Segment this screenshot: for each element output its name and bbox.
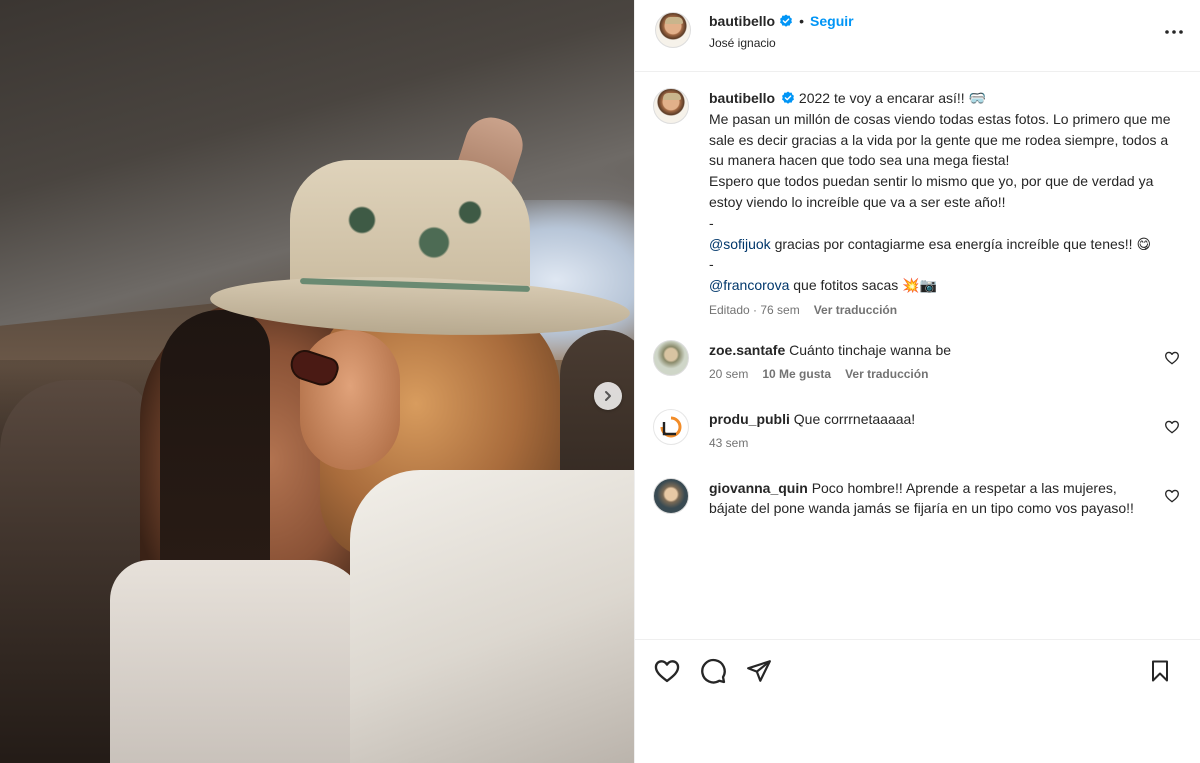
comment-body: giovanna_quin Poco hombre!! Aprende a re… xyxy=(709,478,1182,520)
brand-logo-icon xyxy=(660,416,682,438)
post-side-panel: bautibello • Seguir José ignacio bautibe… xyxy=(634,0,1200,763)
heart-icon xyxy=(654,659,680,682)
caption-body: bautibello 2022 te voy a encarar así!! 🥽… xyxy=(709,88,1182,318)
more-options-icon xyxy=(1165,30,1183,34)
caption-username[interactable]: bautibello xyxy=(709,90,775,106)
comment-likes[interactable]: 10 Me gusta xyxy=(762,364,831,385)
comment-username[interactable]: produ_publi xyxy=(709,411,790,427)
avatar[interactable] xyxy=(653,477,689,514)
heart-icon[interactable] xyxy=(1164,350,1180,366)
post-photo[interactable] xyxy=(0,0,634,763)
comment-icon xyxy=(701,658,726,684)
comment-username[interactable]: zoe.santafe xyxy=(709,342,785,358)
caption-meta: Editado · 76 sem Ver traducción xyxy=(709,302,1182,318)
avatar[interactable] xyxy=(653,408,689,445)
verified-badge-icon xyxy=(782,91,794,104)
mention-link[interactable]: @sofijuok xyxy=(709,236,771,252)
separator-dot: • xyxy=(799,13,805,29)
avatar[interactable] xyxy=(655,12,691,48)
heart-icon[interactable] xyxy=(1164,488,1180,504)
see-translation-link[interactable]: Ver traducción xyxy=(845,364,928,385)
photo-white-shirt xyxy=(350,470,634,763)
caption-paragraph: Me pasan un millón de cosas viendo todas… xyxy=(709,110,1171,169)
instagram-post: bautibello • Seguir José ignacio bautibe… xyxy=(0,0,1200,763)
heart-icon[interactable] xyxy=(1164,419,1180,435)
save-button[interactable] xyxy=(1146,657,1174,685)
post-caption: bautibello 2022 te voy a encarar así!! 🥽… xyxy=(653,88,1182,318)
comment-text: Que corrrnetaaaaa! xyxy=(793,410,916,427)
paper-plane-icon xyxy=(747,659,771,682)
header-text: bautibello • Seguir José ignacio xyxy=(709,12,854,50)
follow-button[interactable]: Seguir xyxy=(810,13,854,29)
caption-dash: - xyxy=(709,256,714,273)
share-button[interactable] xyxy=(745,657,773,685)
more-options-button[interactable] xyxy=(1162,20,1186,44)
caption-first-line: 2022 te voy a encarar así!! 🥽 xyxy=(798,90,986,106)
comment-time: 43 sem xyxy=(709,436,749,451)
comments-list[interactable]: bautibello 2022 te voy a encarar así!! 🥽… xyxy=(635,72,1200,639)
comment-body: produ_publi Que corrrnetaaaaa! 43 sem xyxy=(709,409,1182,452)
post-actions-bar xyxy=(635,639,1200,701)
comment-body: zoe.santafe Cuánto tinchaje wanna be 20 … xyxy=(709,340,1182,383)
see-translation-link[interactable]: Ver traducción xyxy=(814,300,897,321)
caption-text: gracias por contagiarme esa energía incr… xyxy=(770,235,1152,252)
header-row: bautibello • Seguir xyxy=(709,12,854,30)
post-header: bautibello • Seguir José ignacio xyxy=(635,0,1200,72)
post-location[interactable]: José ignacio xyxy=(709,36,854,50)
avatar[interactable] xyxy=(653,88,689,124)
comment-button[interactable] xyxy=(699,657,727,685)
verified-badge-icon xyxy=(780,14,793,27)
caption-text: que fotitos sacas 💥📷 xyxy=(789,277,938,294)
comment-meta: 43 sem xyxy=(709,436,1152,452)
comment-time: 20 sem xyxy=(709,367,749,382)
photo-face xyxy=(300,330,400,470)
caption-edited-time: Editado · 76 sem xyxy=(709,302,800,317)
actions-footer-space xyxy=(635,701,1200,763)
comment-meta: 20 sem 10 Me gusta Ver traducción xyxy=(709,367,1152,383)
photo-white-dress xyxy=(110,560,370,763)
comment-text: Cuánto tinchaje wanna be xyxy=(789,341,952,358)
mention-link[interactable]: @francorova xyxy=(709,277,789,293)
avatar[interactable] xyxy=(653,339,689,376)
comment-item: produ_publi Que corrrnetaaaaa! 43 sem xyxy=(653,408,1182,452)
like-button[interactable] xyxy=(653,657,681,685)
comment-username[interactable]: giovanna_quin xyxy=(709,480,808,496)
next-photo-button[interactable] xyxy=(594,382,622,410)
caption-paragraph: Espero que todos puedan sentir lo mismo … xyxy=(709,173,1154,210)
bookmark-icon xyxy=(1152,660,1168,682)
comment-item: giovanna_quin Poco hombre!! Aprende a re… xyxy=(653,477,1182,520)
chevron-right-icon xyxy=(605,391,611,401)
caption-dash: - xyxy=(709,214,714,231)
post-username[interactable]: bautibello xyxy=(709,13,775,29)
comment-item: zoe.santafe Cuánto tinchaje wanna be 20 … xyxy=(653,339,1182,383)
